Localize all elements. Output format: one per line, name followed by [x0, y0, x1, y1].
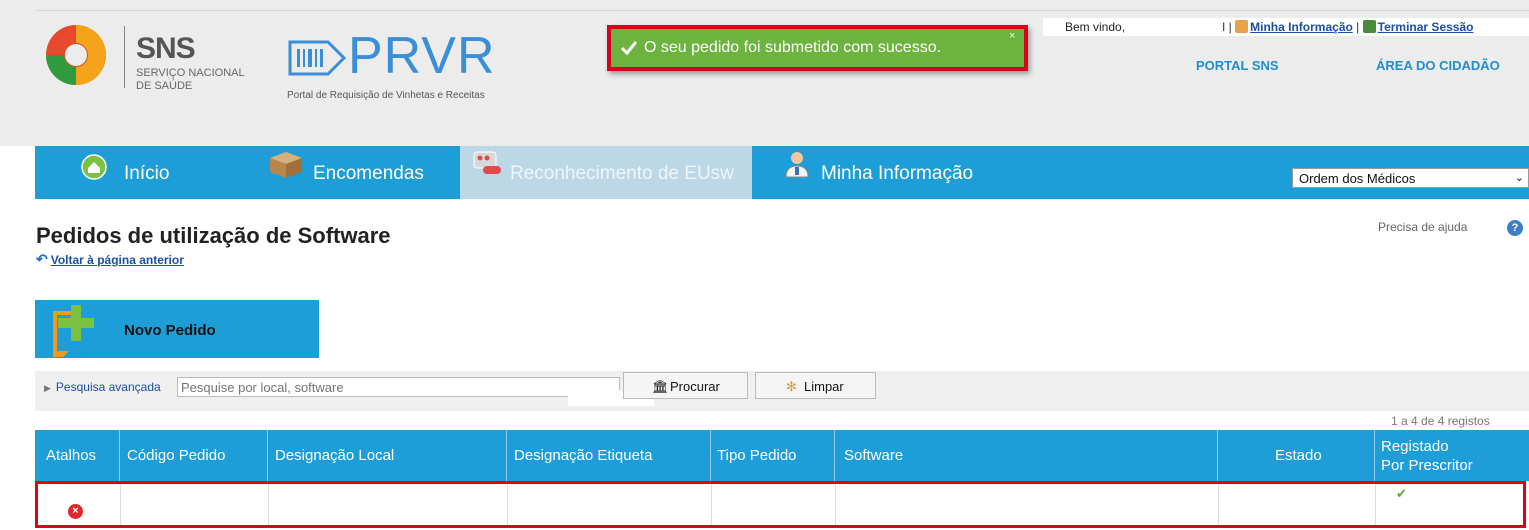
column-label-registado-line1: Registado [1381, 438, 1449, 455]
search-button-label: Procurar [670, 379, 720, 394]
delete-icon[interactable]: × [68, 504, 83, 519]
prvr-title: PRVR [348, 27, 496, 85]
advanced-search-toggle[interactable]: ▶ Pesquisa avançada [44, 380, 161, 394]
building-icon: 🏛 [652, 379, 669, 394]
sns-subtitle-line2: DE SAÚDE [136, 80, 193, 92]
prvr-logo-icon [288, 40, 346, 76]
nav-item-encomendas[interactable]: Encomendas [261, 146, 460, 199]
back-link-label: Voltar à página anterior [50, 253, 184, 267]
welcome-text: Bem vindo, [1065, 20, 1126, 34]
logout-icon [1362, 20, 1376, 33]
clear-button[interactable]: ✻ Limpar [755, 372, 876, 399]
table-row[interactable] [35, 481, 1526, 527]
broom-icon: ✻ [786, 379, 797, 394]
column-label-codigo: Código Pedido [127, 447, 226, 464]
area-cidadao-link[interactable]: ÁREA DO CIDADÃO [1376, 58, 1500, 73]
column-label-registado-line2: Por Prescritor [1381, 457, 1473, 474]
help-icon[interactable]: ? [1507, 220, 1523, 236]
add-document-icon [53, 305, 94, 357]
search-input[interactable] [177, 377, 620, 397]
organization-select[interactable]: Ordem dos Médicos ⌄ [1292, 168, 1529, 188]
header-top-line [35, 10, 1529, 11]
nav-item-minha-informacao[interactable]: Minha Informação [752, 146, 1042, 199]
column-header-estado[interactable]: Estado [1218, 430, 1375, 481]
user-links: I | Minha Informação | Terminar Sessão [1222, 20, 1473, 34]
cell-divider [268, 481, 269, 528]
nav-label-minha-informacao: Minha Informação [821, 163, 974, 184]
nav-label-encomendas: Encomendas [313, 163, 424, 184]
success-toast: O seu pedido foi submetido com sucesso. … [607, 25, 1028, 71]
cell-divider [1218, 481, 1219, 528]
column-header-atalhos[interactable]: Atalhos [35, 430, 120, 481]
column-header-local[interactable]: Designação Local [268, 430, 507, 481]
user-icon [1235, 20, 1249, 33]
nav-label-reconhecimento: Reconhecimento de EUsw [510, 163, 734, 184]
expand-triangle-icon: ▶ [44, 383, 51, 393]
organization-select-value: Ordem dos Médicos [1299, 171, 1416, 186]
sns-subtitle-line1: SERVIÇO NACIONAL [136, 67, 245, 79]
portal-sns-link[interactable]: PORTAL SNS [1196, 58, 1279, 73]
toast-close-button[interactable]: × [1009, 30, 1015, 42]
cell-divider [120, 481, 121, 528]
back-arrow-icon: ↶ [36, 251, 48, 267]
column-header-software[interactable]: Software [835, 430, 1218, 481]
column-label-etiqueta: Designação Etiqueta [514, 447, 653, 464]
column-header-etiqueta[interactable]: Designação Etiqueta [507, 430, 711, 481]
sns-logo-icon [46, 25, 106, 85]
success-toast-body: O seu pedido foi submetido com sucesso. … [611, 29, 1024, 67]
column-label-estado: Estado [1275, 447, 1322, 464]
pills-icon [473, 151, 501, 174]
home-icon [81, 154, 107, 180]
nav-item-inicio[interactable]: Início [35, 146, 261, 199]
registered-check-icon: ✔ [1396, 486, 1407, 501]
chevron-down-icon: ⌄ [1514, 172, 1524, 184]
user-links-separator: I | [1222, 20, 1232, 34]
table-header: Atalhos Código Pedido Designação Local D… [35, 430, 1529, 481]
column-label-local: Designação Local [275, 447, 395, 464]
logo-divider [124, 26, 125, 88]
search-button[interactable]: 🏛 Procurar [623, 372, 748, 399]
new-request-button[interactable]: Novo Pedido [35, 300, 319, 358]
cell-divider [711, 481, 712, 528]
cell-divider [835, 481, 836, 528]
my-info-link[interactable]: Minha Informação [1250, 20, 1353, 34]
check-icon [621, 41, 637, 55]
box-icon [270, 152, 302, 178]
column-header-tipo[interactable]: Tipo Pedido [711, 430, 835, 481]
prvr-subtitle: Portal de Requisição de Vinhetas e Recei… [287, 90, 485, 101]
page-title: Pedidos de utilização de Software [36, 223, 391, 248]
back-link[interactable]: ↶ Voltar à página anterior [36, 251, 184, 268]
nav-item-reconhecimento[interactable]: Reconhecimento de EUsw [460, 146, 752, 199]
toast-message: O seu pedido foi submetido com sucesso. [644, 39, 942, 56]
user-links-pipe: | [1356, 20, 1360, 34]
column-header-registado[interactable]: Registado Por Prescritor [1375, 430, 1529, 481]
nav-label-inicio: Início [124, 163, 170, 184]
clear-button-label: Limpar [804, 379, 844, 394]
advanced-search-label: Pesquisa avançada [55, 380, 161, 394]
cell-divider [1375, 481, 1376, 528]
column-label-atalhos: Atalhos [46, 447, 97, 464]
column-label-tipo: Tipo Pedido [717, 447, 797, 464]
column-label-software: Software [844, 447, 904, 464]
record-count: 1 a 4 de 4 registos [1391, 414, 1490, 428]
help-link[interactable]: Precisa de ajuda [1378, 220, 1467, 234]
doctor-icon [785, 152, 809, 178]
new-request-label: Novo Pedido [124, 322, 216, 339]
sns-title: SNS [136, 32, 196, 65]
logout-link[interactable]: Terminar Sessão [1378, 20, 1474, 34]
column-header-codigo[interactable]: Código Pedido [120, 430, 268, 481]
cell-divider [507, 481, 508, 528]
